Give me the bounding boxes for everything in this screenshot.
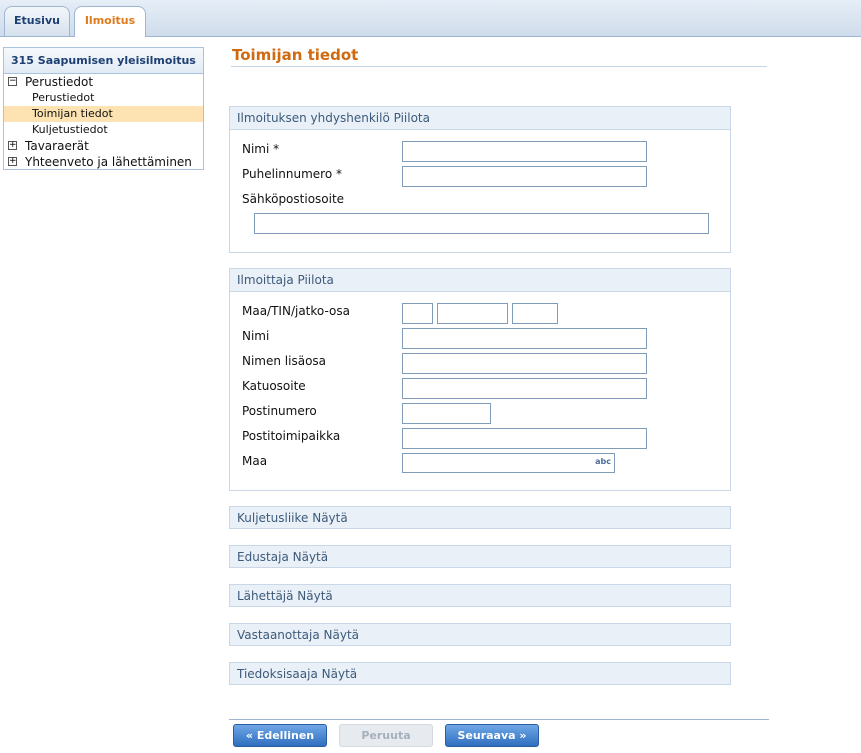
next-button[interactable]: Seuraava » [445, 724, 539, 747]
tin-label: Maa/TIN/jatko-osa [242, 304, 350, 318]
section-header[interactable]: Lähettäjä Näytä [230, 585, 730, 606]
nav-item-perustiedot[interactable]: Perustiedot [4, 90, 203, 106]
previous-button-label: Edellinen [256, 729, 315, 742]
contact-name-label: Nimi * [242, 142, 280, 156]
contact-person-panel: Ilmoituksen yhdyshenkilö Piilota Nimi * … [229, 106, 731, 253]
double-chevron-left-icon: « [245, 729, 253, 742]
next-button-label: Seuraava [457, 729, 516, 742]
section-tiedoksisaaja[interactable]: Tiedoksisaaja Näytä [229, 662, 731, 685]
expand-icon[interactable]: + [8, 157, 17, 166]
country-code-input[interactable] [402, 303, 433, 324]
nav-item-kuljetustiedot[interactable]: Kuljetustiedot [4, 122, 203, 138]
section-lahettaja[interactable]: Lähettäjä Näytä [229, 584, 731, 607]
notifier-name-input[interactable] [402, 328, 647, 349]
contact-panel-header[interactable]: Ilmoituksen yhdyshenkilö Piilota [230, 107, 730, 130]
section-header[interactable]: Vastaanottaja Näytä [230, 624, 730, 645]
country-select[interactable]: abc [402, 453, 615, 473]
tin-input[interactable] [437, 303, 508, 324]
nav-section-label: Tavaraerät [25, 139, 89, 153]
nav-section-tavaraerat[interactable]: + Tavaraerät [4, 138, 203, 154]
tin-extension-input[interactable] [512, 303, 558, 324]
section-edustaja[interactable]: Edustaja Näytä [229, 545, 731, 568]
contact-email-label: Sähköpostiosoite [242, 192, 345, 206]
cancel-button[interactable]: Peruuta [339, 724, 433, 747]
spellcheck-icon: abc [595, 457, 611, 466]
city-label: Postitoimipaikka [242, 429, 341, 443]
name-extension-input[interactable] [402, 353, 647, 374]
nav-item-toimijan-tiedot[interactable]: Toimijan tiedot [4, 106, 203, 122]
section-header[interactable]: Tiedoksisaaja Näytä [230, 663, 730, 684]
double-chevron-right-icon: » [519, 729, 527, 742]
nav-section-label: Perustiedot [25, 75, 94, 89]
section-kuljetusliike[interactable]: Kuljetusliike Näytä [229, 506, 731, 529]
section-header[interactable]: Edustaja Näytä [230, 546, 730, 567]
expand-icon[interactable]: + [8, 141, 17, 150]
city-input[interactable] [402, 428, 647, 449]
notifier-panel-header[interactable]: Ilmoittaja Piilota [230, 269, 730, 292]
notifier-panel: Ilmoittaja Piilota Maa/TIN/jatko-osa Nim… [229, 268, 731, 491]
notifier-name-label: Nimi [242, 329, 270, 343]
postal-code-label: Postinumero [242, 404, 317, 418]
previous-button[interactable]: « Edellinen [233, 724, 327, 747]
postal-code-input[interactable] [402, 403, 491, 424]
form-navigation-tree: 315 Saapumisen yleisilmoitus − Perustied… [3, 47, 204, 170]
tab-etusivu[interactable]: Etusivu [4, 6, 70, 36]
street-input[interactable] [402, 378, 647, 399]
top-tab-bar: Etusivu Ilmoitus [0, 0, 861, 37]
section-vastaanottaja[interactable]: Vastaanottaja Näytä [229, 623, 731, 646]
collapse-icon[interactable]: − [8, 77, 17, 86]
contact-name-input[interactable] [402, 141, 647, 162]
nav-title: 315 Saapumisen yleisilmoitus [4, 48, 203, 74]
name-extension-label: Nimen lisäosa [242, 354, 327, 368]
page-title: Toimijan tiedot [232, 46, 359, 64]
contact-email-input[interactable] [254, 213, 709, 234]
section-header[interactable]: Kuljetusliike Näytä [230, 507, 730, 528]
nav-section-yhteenveto[interactable]: + Yhteenveto ja lähettäminen [4, 154, 203, 170]
tab-ilmoitus[interactable]: Ilmoitus [74, 6, 146, 37]
footer-divider [229, 719, 769, 720]
contact-phone-input[interactable] [402, 166, 647, 187]
country-label: Maa [242, 454, 268, 468]
nav-section-label: Yhteenveto ja lähettäminen [25, 155, 192, 169]
nav-section-perustiedot[interactable]: − Perustiedot [4, 74, 203, 90]
title-divider [231, 66, 767, 67]
contact-phone-label: Puhelinnumero * [242, 167, 343, 181]
street-label: Katuosoite [242, 379, 306, 393]
